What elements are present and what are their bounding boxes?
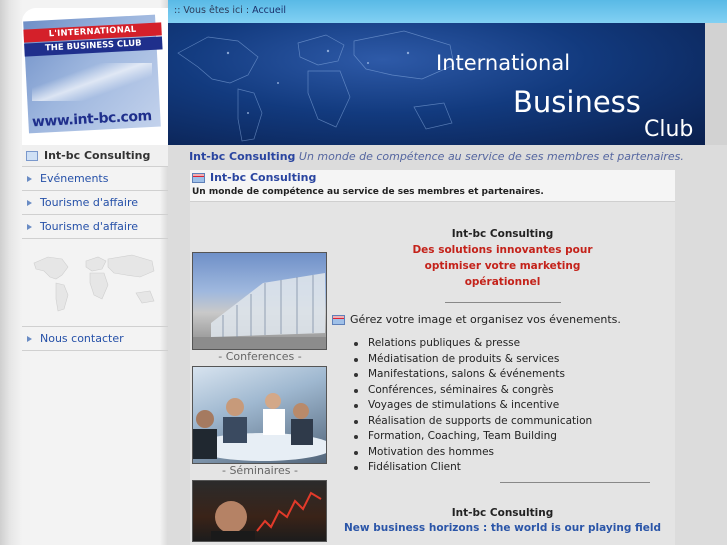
- stock-chart-icon: [211, 491, 322, 541]
- sidebar-item-evenements[interactable]: Evénements: [22, 167, 168, 191]
- seminar-meeting-photo: [192, 366, 327, 464]
- section-subtitle: New business horizons : the world is our…: [343, 522, 662, 534]
- page-title: Int-bc Consulting: [210, 171, 317, 184]
- building-icon: [193, 273, 326, 349]
- arrow-right-icon: [26, 222, 35, 231]
- tagline-text: Un monde de compétence au service de ses…: [298, 150, 684, 163]
- list-item: Manifestations, salons & événements: [354, 367, 675, 383]
- sidebar-item-label: Tourisme d'affaire: [40, 220, 139, 233]
- window-icon: [332, 314, 345, 325]
- section-title: Int-bc Consulting: [451, 228, 554, 240]
- banner-title-line2: Business: [513, 85, 641, 119]
- sidebar-item-contact[interactable]: Nous contacter: [22, 327, 168, 351]
- sidebar-item-label: Tourisme d'affaire: [40, 196, 139, 209]
- banner-edge: [705, 23, 727, 145]
- breadcrumb: :: Vous êtes ici : Accueil: [168, 0, 727, 23]
- breadcrumb-prefix: :: Vous êtes ici :: [174, 5, 250, 16]
- sidebar-item-tourisme-1[interactable]: Tourisme d'affaire: [22, 191, 168, 215]
- list-item: Conférences, séminaires & congrès: [354, 383, 675, 399]
- header-banner: International Business Club: [168, 23, 705, 145]
- sidebar-item-label: Int-bc Consulting: [44, 149, 151, 162]
- photo-caption-seminaires: - Séminaires -: [221, 464, 298, 477]
- content-section-2: Int-bc Consulting New business horizons …: [330, 507, 675, 534]
- intro-text: Gérez votre image et organisez vos évene…: [350, 313, 621, 326]
- content-header-title: Int-bc Consulting: [192, 171, 316, 184]
- divider: [444, 302, 561, 303]
- business-man-photo: [192, 480, 327, 542]
- content-section-1: Int-bc Consulting Des solutions innovant…: [330, 228, 675, 483]
- breadcrumb-home-link[interactable]: Accueil: [252, 5, 286, 16]
- content-header: Int-bc Consulting Un monde de compétence…: [190, 170, 675, 202]
- page-tagline: Int-bc Consulting Un monde de compétence…: [168, 147, 705, 167]
- services-list: Relations publiques & presse Médiatisati…: [354, 336, 675, 476]
- section-subtitle: Des solutions innovantes pour optimiser …: [412, 244, 593, 288]
- sidebar-item-label: Nous contacter: [40, 332, 124, 345]
- left-sidebar: L'INTERNATIONAL THE BUSINESS CLUB www.in…: [0, 0, 168, 545]
- arrow-right-icon: [26, 334, 35, 343]
- list-item: Fidélisation Client: [354, 460, 675, 476]
- world-map-decoration: [22, 239, 168, 327]
- list-item: Réalisation de supports de communication: [354, 414, 675, 430]
- intro-line: Gérez votre image et organisez vos évene…: [332, 313, 675, 326]
- site-logo[interactable]: L'INTERNATIONAL THE BUSINESS CLUB www.in…: [22, 8, 168, 145]
- tagline-brand: Int-bc Consulting: [189, 150, 296, 163]
- sidebar-item-int-bc-consulting[interactable]: Int-bc Consulting: [22, 145, 168, 167]
- world-map-banner-icon: [177, 30, 455, 142]
- window-icon: [26, 150, 38, 161]
- banner-title-line3: Club: [644, 117, 694, 142]
- sidebar-nav: Int-bc Consulting Evénements Tourisme d'…: [22, 145, 168, 351]
- window-icon: [192, 172, 205, 183]
- world-map-icon: [33, 254, 155, 312]
- list-item: Médiatisation de produits & services: [354, 352, 675, 368]
- sidebar-item-label: Evénements: [40, 172, 109, 185]
- arrow-right-icon: [26, 174, 35, 183]
- list-item: Voyages de stimulations & incentive: [354, 398, 675, 414]
- banner-title-line1: International: [436, 51, 571, 75]
- list-item: Formation, Coaching, Team Building: [354, 429, 675, 445]
- photo-column: - Conferences - - Séminaires -: [192, 252, 328, 542]
- divider: [500, 481, 650, 483]
- arrow-right-icon: [26, 198, 35, 207]
- list-item: Motivation des hommes: [354, 445, 675, 461]
- conference-building-photo: [192, 252, 327, 350]
- section-title: Int-bc Consulting: [451, 507, 554, 519]
- photo-caption-conferences: - Conferences -: [218, 350, 302, 363]
- logo-shine: [32, 63, 152, 101]
- list-item: Relations publiques & presse: [354, 336, 675, 352]
- content-header-subtitle: Un monde de compétence au service de ses…: [192, 187, 544, 197]
- sidebar-item-tourisme-2[interactable]: Tourisme d'affaire: [22, 215, 168, 239]
- meeting-people-icon: [193, 393, 326, 461]
